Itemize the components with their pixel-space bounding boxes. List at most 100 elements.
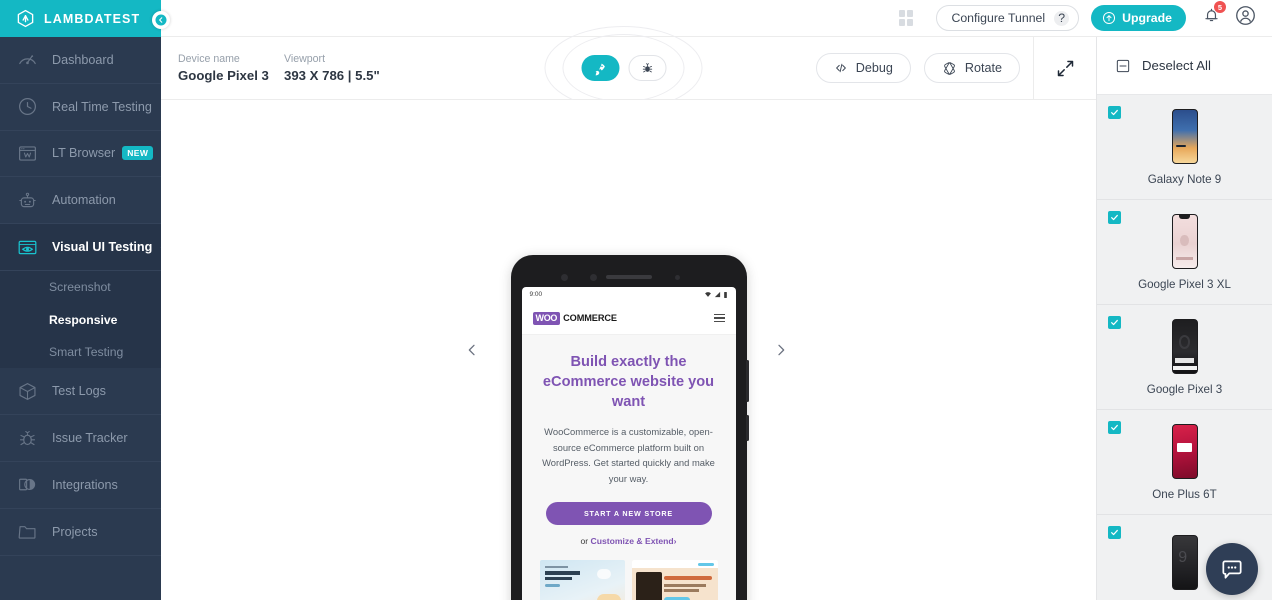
tunnel-help-icon[interactable]: ? [1054,10,1070,26]
issue-mode-button[interactable] [628,55,666,81]
next-device-button[interactable] [766,335,796,365]
notification-count-badge: 5 [1214,1,1226,13]
bug-icon [642,63,652,73]
user-avatar-button[interactable] [1235,5,1256,31]
device-name-label: Device name [178,53,240,65]
sidebar-subitem-responsive[interactable]: Responsive [0,303,161,336]
hamburger-menu-icon[interactable] [713,313,725,323]
upgrade-label: Upgrade [1122,11,1172,25]
upload-circle-icon [1103,11,1116,25]
check-icon [1111,319,1118,326]
tile-turmeric-latte[interactable] [539,560,625,600]
brand-name: LAMBDATEST [44,11,141,26]
sidebar-subitem-smart-testing[interactable]: Smart Testing [0,336,161,369]
sidebar-item-visual-ui-testing[interactable]: Visual UI Testing [0,224,161,271]
device-preview-stage: 9:00 WOO COMMERCE Build exactly the eCom… [161,100,1096,600]
configure-tunnel-button[interactable]: Configure Tunnel ? [936,5,1080,31]
hamburger-line [713,317,725,319]
eye-browser-icon [18,240,37,254]
folder-icon [18,526,36,539]
front-camera-icon [560,273,568,281]
sidebar-item-label: Visual UI Testing [52,240,153,255]
device-name: One Plus 6T [1152,487,1217,501]
status-icons [704,291,728,299]
bug-icon [19,430,36,445]
device-meta-block: Device name Google Pixel 3 Viewport 393 … [178,53,380,83]
mobile-status-bar: 9:00 [522,287,736,302]
integrations-icon [19,479,36,491]
device-screen[interactable]: 9:00 WOO COMMERCE Build exactly the eCom… [521,287,736,600]
grid-cell [899,10,906,17]
performance-mode-button[interactable] [581,55,619,81]
sidebar-item-lt-browser[interactable]: LT Browser NEW [0,131,161,178]
chat-bubble-icon [1222,560,1242,579]
chat-support-button[interactable] [1206,543,1258,595]
sidebar-item-label: Integrations [52,477,118,492]
notifications-button[interactable]: 5 [1202,1,1226,30]
check-icon [1111,529,1118,536]
proximity-sensor-icon [589,273,597,281]
sidebar-group-visual-ui-testing: Visual UI Testing Screenshot Responsive … [0,224,161,369]
device-card-one-plus-6t[interactable]: One Plus 6T [1097,410,1272,515]
browser-window-icon [19,146,36,161]
customize-extend-link[interactable]: Customize & Extend [591,536,674,546]
sidebar-subitem-screenshot[interactable]: Screenshot [0,271,161,304]
viewport-label: Viewport [284,53,326,65]
debug-button[interactable]: Debug [815,53,911,83]
device-checkbox[interactable] [1108,106,1121,119]
sidebar-subitem-label: Responsive [49,312,118,327]
sidebar-item-test-logs[interactable]: Test Logs [0,368,161,416]
sidebar-item-label: Test Logs [52,384,106,399]
sidebar-item-integrations[interactable]: Integrations [0,462,161,509]
device-checkbox[interactable] [1108,316,1121,329]
device-selection-panel: Deselect All Galaxy Note 9 Google Pixel … [1096,37,1272,600]
device-card-google-pixel-3-xl[interactable]: Google Pixel 3 XL [1097,200,1272,305]
wifi-icon [704,292,711,297]
deselect-all-button[interactable]: Deselect All [1097,37,1272,95]
woocommerce-logo[interactable]: WOO COMMERCE [532,311,617,325]
lambdatest-hexagon-logo [17,9,34,28]
thumb-google-pixel-3-xl [1171,213,1198,269]
rotate-device-icon [944,61,955,75]
woo-logo-text: COMMERCE [563,313,617,323]
grid-cell [907,10,914,17]
device-name: Google Pixel 3 [1146,382,1223,396]
clock-icon [19,98,36,116]
sidebar-item-issue-tracker[interactable]: Issue Tracker [0,415,161,463]
upgrade-button[interactable]: Upgrade [1091,5,1186,31]
device-card-galaxy-note-9[interactable]: Galaxy Note 9 [1097,95,1272,200]
previous-device-button[interactable] [457,335,487,365]
hamburger-line [713,321,725,323]
device-list[interactable]: Galaxy Note 9 Google Pixel 3 XL Google P… [1097,95,1272,600]
sidebar-item-label: Issue Tracker [52,431,128,446]
sidebar-item-label: Automation [52,193,116,208]
device-checkbox[interactable] [1108,211,1121,224]
rotate-button[interactable]: Rotate [923,53,1020,83]
sidebar-item-dashboard[interactable]: Dashboard [0,37,161,84]
woo-logo-mark: WOO [532,311,561,325]
device-checkbox[interactable] [1108,526,1121,539]
sidebar-item-label: LT Browser [52,146,116,161]
expand-fullscreen-icon [1057,60,1073,76]
device-name-block: Device name Google Pixel 3 [178,53,284,83]
sidebar-subitem-label: Screenshot [49,280,111,295]
viewport-value: 393 X 786 | 5.5" [284,68,380,83]
tile-pet-food[interactable] [632,560,718,600]
box-icon [19,382,36,400]
chevron-up-icon [160,246,161,248]
app-grid-icon[interactable] [899,10,914,26]
mode-toggle-group [541,26,706,110]
customize-extend-row: or Customize & Extend› [540,536,718,546]
sidebar-item-real-time-testing[interactable]: Real Time Testing [0,84,161,131]
device-card-google-pixel-3[interactable]: Google Pixel 3 [1097,305,1272,410]
chevron-left-icon [155,14,167,26]
fullscreen-button[interactable] [1033,36,1096,100]
device-checkbox[interactable] [1108,421,1121,434]
site-hero: Build exactly the eCommerce website you … [521,335,736,600]
sidebar-collapse-button[interactable] [152,11,170,29]
user-avatar-icon [1236,6,1255,25]
sidebar-item-automation[interactable]: Automation [0,177,161,225]
sidebar-item-projects[interactable]: Projects [0,509,161,556]
start-a-new-store-button[interactable]: START A NEW STORE [545,502,712,526]
body-row: Device name Google Pixel 3 Viewport 393 … [161,26,1272,600]
